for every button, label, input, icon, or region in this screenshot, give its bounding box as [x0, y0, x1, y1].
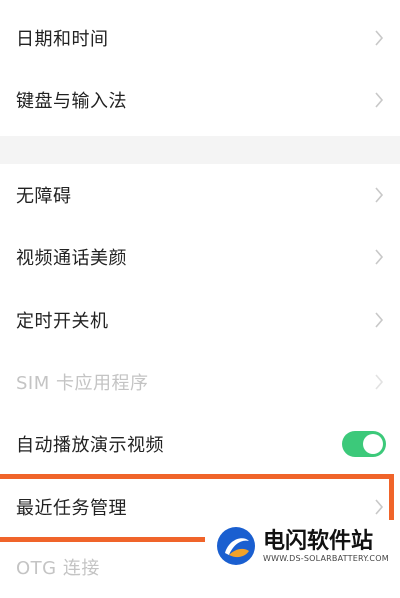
watermark-title: 电闪软件站 — [263, 528, 374, 554]
settings-item-keyboard-input[interactable]: 键盘与输入法 — [0, 69, 400, 131]
settings-item-label: 视频通话美颜 — [16, 248, 127, 269]
settings-item-label: 日期和时间 — [16, 29, 109, 50]
site-logo-icon — [217, 527, 255, 565]
chevron-right-icon — [372, 497, 386, 517]
settings-item-label: SIM 卡应用程序 — [16, 373, 149, 394]
settings-item-scheduled-power[interactable]: 定时开关机 — [0, 289, 400, 351]
settings-item-label: 自动播放演示视频 — [16, 435, 164, 456]
toggle-knob — [363, 434, 383, 454]
chevron-right-icon — [372, 28, 386, 48]
chevron-right-icon — [372, 247, 386, 267]
chevron-right-icon — [372, 372, 386, 392]
settings-item-label: 无障碍 — [16, 186, 72, 207]
watermark-url: WWW.DS-SOLARBATTERY.COM — [263, 553, 389, 563]
settings-item-date-time[interactable]: 日期和时间 — [0, 7, 400, 69]
settings-item-sim-apps: SIM 卡应用程序 — [0, 351, 400, 413]
settings-item-video-call-beauty[interactable]: 视频通话美颜 — [0, 226, 400, 288]
settings-item-label: 最近任务管理 — [16, 498, 127, 519]
autoplay-toggle[interactable] — [342, 431, 386, 457]
watermark: 电闪软件站 WWW.DS-SOLARBATTERY.COM — [205, 520, 400, 572]
settings-item-label: 定时开关机 — [16, 311, 109, 332]
settings-item-accessibility[interactable]: 无障碍 — [0, 164, 400, 226]
settings-item-label: 键盘与输入法 — [16, 91, 127, 112]
section-divider — [0, 136, 400, 164]
settings-item-autoplay-demo-video: 自动播放演示视频 — [0, 413, 400, 475]
chevron-right-icon — [372, 90, 386, 110]
chevron-right-icon — [372, 310, 386, 330]
chevron-right-icon — [372, 185, 386, 205]
